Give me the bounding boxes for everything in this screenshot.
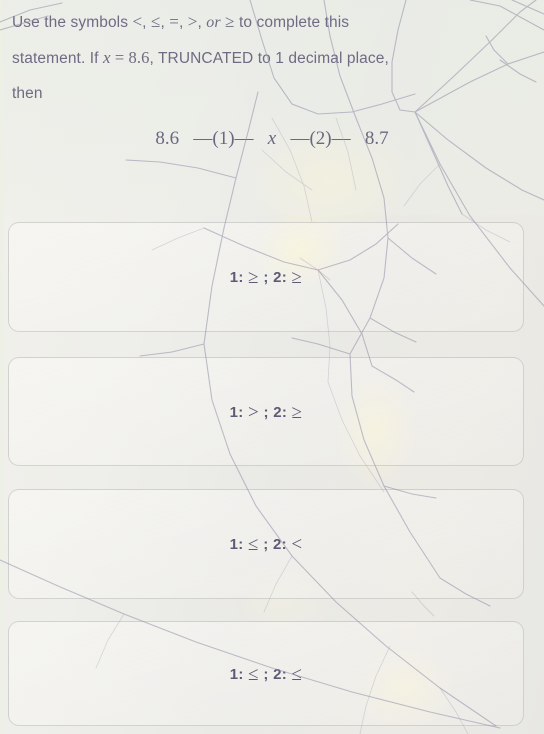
question-line1-part2: to complete this	[234, 14, 350, 31]
answer-option-a-label: 1: ≥ ; 2: ≥	[230, 266, 303, 288]
equation-blank-1[interactable]: —(1)—	[193, 128, 253, 149]
answer-option-b[interactable]: 1: > ; 2: ≥	[8, 357, 524, 466]
phone-screen-photo: Use the symbols <, ≤, =, >, or ≥ to comp…	[0, 0, 544, 734]
question-x-value: 8.6	[128, 48, 150, 67]
option-d-prefix-2: 2:	[273, 665, 292, 683]
question-word-or: or	[206, 14, 221, 31]
option-b-operator-2: ≥	[291, 401, 303, 423]
option-a-operator-2: ≥	[291, 267, 303, 288]
answer-option-d-label: 1: ≤ ; 2: ≤	[230, 663, 303, 685]
question-line1-part1: Use the symbols	[12, 14, 133, 31]
option-c-separator: ;	[258, 536, 273, 553]
option-d-separator: ;	[258, 665, 274, 683]
option-d-prefix-1: 1:	[229, 665, 249, 683]
question-line2-part2: , TRUNCATED to 1 decimal place,	[149, 50, 389, 67]
question-line3-then: then	[12, 85, 43, 102]
option-d-operator-1: ≤	[248, 663, 259, 685]
answer-option-c-label: 1: ≤ ; 2: <	[230, 533, 303, 555]
question-comma-4: ,	[197, 14, 207, 31]
question-comma-3: ,	[178, 14, 188, 31]
question-comma-1: ,	[142, 14, 151, 31]
question-prompt: Use the symbols <, ≤, =, >, or ≥ to comp…	[12, 4, 512, 111]
answer-option-b-label: 1: > ; 2: ≥	[230, 401, 303, 423]
question-comma-2: ,	[160, 14, 170, 31]
question-equals-sign: =	[110, 48, 129, 67]
symbol-greater-than-or-equal: ≥	[225, 12, 235, 31]
answer-option-d[interactable]: 1: ≤ ; 2: ≤	[8, 621, 524, 726]
equation-line: 8.6 —(1)— x —(2)— 8.7	[0, 128, 544, 150]
equation-blank-2[interactable]: —(2)—	[290, 128, 350, 149]
option-b-prefix-2: 2:	[273, 403, 292, 421]
equation-right-value: 8.7	[364, 128, 389, 149]
symbol-less-than: <	[132, 12, 143, 31]
option-a-prefix-2: 2:	[273, 269, 292, 286]
equation-variable: x	[267, 128, 277, 149]
option-b-prefix-1: 1:	[229, 403, 248, 421]
left-edge-highlight	[0, 0, 5, 734]
option-a-operator-1: ≥	[248, 267, 259, 288]
question-line2-part1: statement. If	[12, 50, 103, 67]
answer-option-c[interactable]: 1: ≤ ; 2: <	[8, 489, 524, 599]
option-a-separator: ;	[258, 269, 274, 286]
equation-left-value: 8.6	[155, 128, 180, 149]
answer-option-a[interactable]: 1: ≥ ; 2: ≥	[8, 222, 524, 332]
option-c-prefix-2: 2:	[272, 536, 292, 553]
option-c-prefix-1: 1:	[229, 536, 248, 553]
option-c-operator-1: ≤	[248, 534, 259, 555]
option-b-separator: ;	[259, 403, 274, 421]
option-a-prefix-1: 1:	[229, 269, 249, 286]
option-b-operator-1: >	[248, 401, 260, 423]
question-variable-x: x	[103, 48, 111, 67]
option-c-operator-2: <	[291, 534, 303, 555]
symbol-equals: =	[169, 12, 179, 31]
option-d-operator-2: ≤	[291, 663, 303, 685]
